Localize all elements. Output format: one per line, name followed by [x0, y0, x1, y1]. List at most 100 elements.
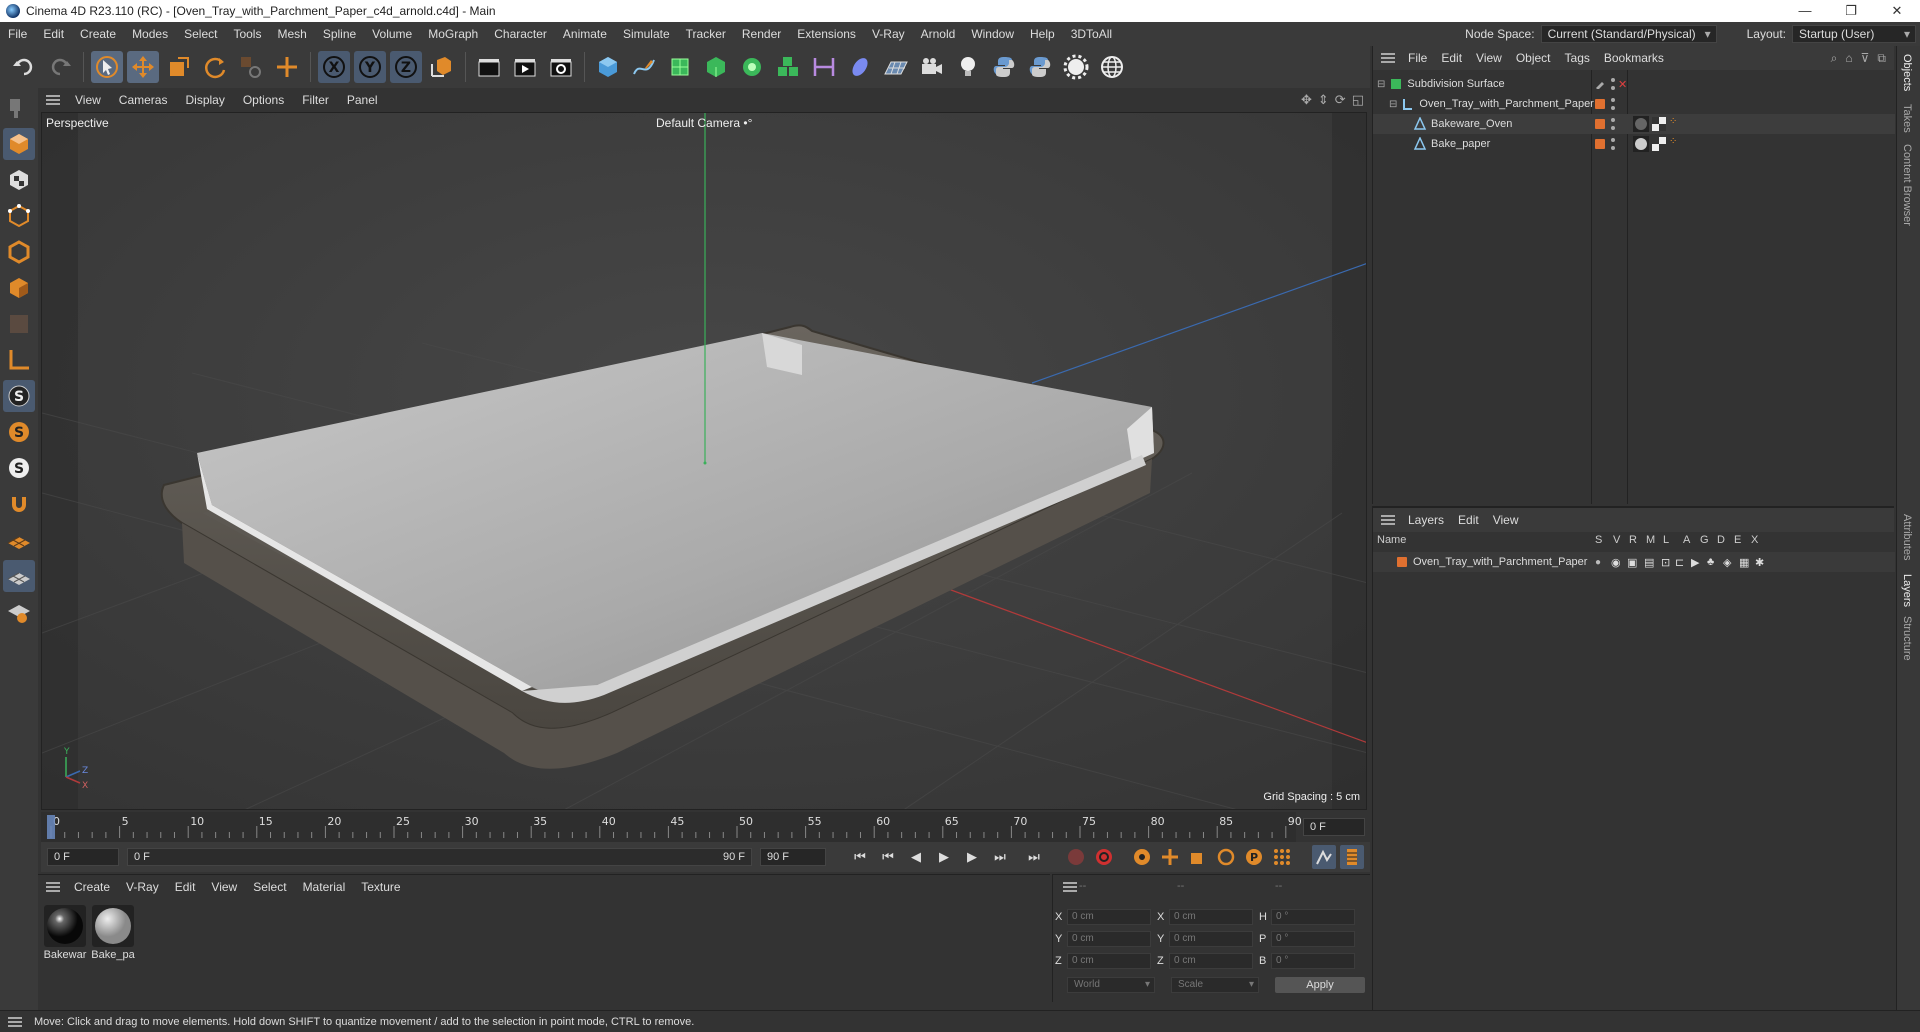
material-menu-create[interactable]: Create — [66, 880, 118, 894]
size-z-field[interactable]: 0 cm — [1169, 953, 1253, 969]
uvw-tag-icon[interactable] — [1652, 117, 1666, 131]
live-selection-button[interactable] — [271, 51, 303, 83]
size-x-field[interactable]: 0 cm — [1169, 909, 1253, 925]
polygons-mode-button[interactable] — [3, 272, 35, 304]
maximize-button[interactable]: ❐ — [1828, 0, 1874, 22]
editor-visibility-dot[interactable] — [1611, 138, 1615, 142]
paint-tool-button[interactable] — [3, 92, 35, 124]
mograph-button[interactable] — [772, 51, 804, 83]
material-swatch[interactable]: Bakewar — [42, 905, 88, 961]
render-visibility-dot[interactable] — [1611, 126, 1615, 130]
previous-key-button[interactable]: ⏮ — [876, 845, 900, 869]
key-pla-button[interactable] — [1270, 845, 1294, 869]
xref-icon[interactable]: ✱ — [1755, 556, 1764, 569]
key-rotation-button[interactable] — [1214, 845, 1238, 869]
viewport-menu-view[interactable]: View — [66, 88, 110, 112]
render-visibility-dot[interactable] — [1611, 106, 1615, 110]
menu-animate[interactable]: Animate — [555, 22, 615, 46]
tab-content-browser[interactable]: Content Browser — [1901, 144, 1913, 226]
objects-menu-file[interactable]: File — [1401, 51, 1434, 65]
snap-toggle-button[interactable]: S — [3, 380, 35, 412]
material-tag-icon[interactable] — [1633, 136, 1649, 152]
lock-icon[interactable]: ⊡ — [1661, 556, 1670, 569]
model-mode-button[interactable] — [3, 128, 35, 160]
objects-menu-tags[interactable]: Tags — [1558, 51, 1597, 65]
move-tool-button[interactable] — [127, 51, 159, 83]
viewport-menu-display[interactable]: Display — [176, 88, 233, 112]
menu-character[interactable]: Character — [486, 22, 555, 46]
editor-visibility-dot[interactable] — [1611, 118, 1615, 122]
layer-color-swatch[interactable] — [1595, 119, 1605, 129]
collapse-icon[interactable]: ⊟ — [1389, 99, 1397, 110]
material-menu-view[interactable]: View — [203, 880, 245, 894]
transform-mode-dropdown[interactable]: Scale — [1171, 977, 1259, 993]
record-keys-button[interactable] — [1064, 845, 1088, 869]
tab-objects[interactable]: Objects — [1901, 54, 1913, 91]
light-button[interactable] — [952, 51, 984, 83]
editor-visibility-dot[interactable] — [1611, 98, 1615, 102]
frame-range-slider[interactable]: 0 F 90 F — [127, 848, 752, 866]
render-clapper-icon[interactable]: ▣ — [1627, 556, 1637, 569]
objects-menu-object[interactable]: Object — [1509, 51, 1558, 65]
layout-dropdown[interactable]: Startup (User) — [1792, 25, 1916, 43]
tab-structure[interactable]: Structure — [1901, 616, 1913, 661]
apply-button[interactable]: Apply — [1275, 977, 1365, 993]
viewport-menu-cameras[interactable]: Cameras — [110, 88, 177, 112]
viewport-menu-options[interactable]: Options — [234, 88, 293, 112]
render-view-button[interactable] — [473, 51, 505, 83]
uv-mode-button[interactable] — [3, 308, 35, 340]
menu-extensions[interactable]: Extensions — [789, 22, 864, 46]
extrude-button[interactable] — [700, 51, 732, 83]
pos-x-field[interactable]: 0 cm — [1067, 909, 1151, 925]
menu-render[interactable]: Render — [734, 22, 789, 46]
cloner-button[interactable] — [736, 51, 768, 83]
current-frame-field[interactable]: 0 F — [1303, 818, 1365, 836]
menu-3dtoall[interactable]: 3DToAll — [1063, 22, 1120, 46]
locked-workplane-button[interactable] — [3, 596, 35, 628]
menu-select[interactable]: Select — [176, 22, 225, 46]
python-plugin-button[interactable] — [1024, 51, 1056, 83]
grid-workplane-button[interactable] — [3, 560, 35, 592]
material-swatch[interactable]: Bake_pa — [90, 905, 136, 961]
manager-list-icon[interactable]: ▤ — [1644, 556, 1654, 569]
menu-simulate[interactable]: Simulate — [615, 22, 678, 46]
autokey-button[interactable] — [1092, 845, 1116, 869]
objects-menu-view[interactable]: View — [1469, 51, 1509, 65]
subdivision-surface-button[interactable] — [664, 51, 696, 83]
keyframe-selection-button[interactable] — [1130, 845, 1154, 869]
material-hamburger-icon[interactable] — [46, 882, 60, 892]
edges-mode-button[interactable] — [3, 236, 35, 268]
objects-menu-edit[interactable]: Edit — [1434, 51, 1469, 65]
x-axis-button[interactable]: X — [318, 51, 350, 83]
uvw-tag-icon[interactable] — [1652, 137, 1666, 151]
scale-tool-button[interactable] — [163, 51, 195, 83]
layer-color-swatch[interactable] — [1595, 139, 1605, 149]
render-visibility-dot[interactable] — [1611, 86, 1615, 90]
coordinate-system-button[interactable] — [426, 51, 458, 83]
generator-icon[interactable]: ♣ — [1707, 556, 1714, 568]
render-settings-button[interactable] — [545, 51, 577, 83]
menu-window[interactable]: Window — [963, 22, 1022, 46]
rotate-view-icon[interactable]: ⟳ — [1335, 92, 1346, 108]
layer-color-swatch[interactable] — [1595, 99, 1605, 109]
collapse-icon[interactable]: ⊟ — [1377, 79, 1385, 90]
next-key-button[interactable]: ⏭ — [988, 845, 1012, 869]
motion-path-button[interactable] — [1312, 845, 1336, 869]
camera-button[interactable] — [916, 51, 948, 83]
menu-tools[interactable]: Tools — [225, 22, 269, 46]
filter-icon[interactable]: ⊽ — [1861, 51, 1870, 66]
close-button[interactable]: ✕ — [1874, 0, 1920, 22]
enabled-x-icon[interactable]: ✕ — [1618, 78, 1627, 91]
viewport-menu-filter[interactable]: Filter — [293, 88, 338, 112]
end-frame-field[interactable]: 90 F — [760, 848, 826, 866]
material-menu-edit[interactable]: Edit — [167, 880, 204, 894]
menu-edit[interactable]: Edit — [35, 22, 72, 46]
animation-play-icon[interactable]: ▶ — [1691, 556, 1699, 569]
material-menu-select[interactable]: Select — [245, 880, 294, 894]
workplane-snap-button[interactable]: S — [3, 452, 35, 484]
render-visibility-dot[interactable] — [1611, 146, 1615, 150]
objects-hamburger-icon[interactable] — [1381, 53, 1395, 63]
recent-tool-button[interactable] — [235, 51, 267, 83]
key-position-button[interactable] — [1158, 845, 1182, 869]
menu-mesh[interactable]: Mesh — [269, 22, 314, 46]
